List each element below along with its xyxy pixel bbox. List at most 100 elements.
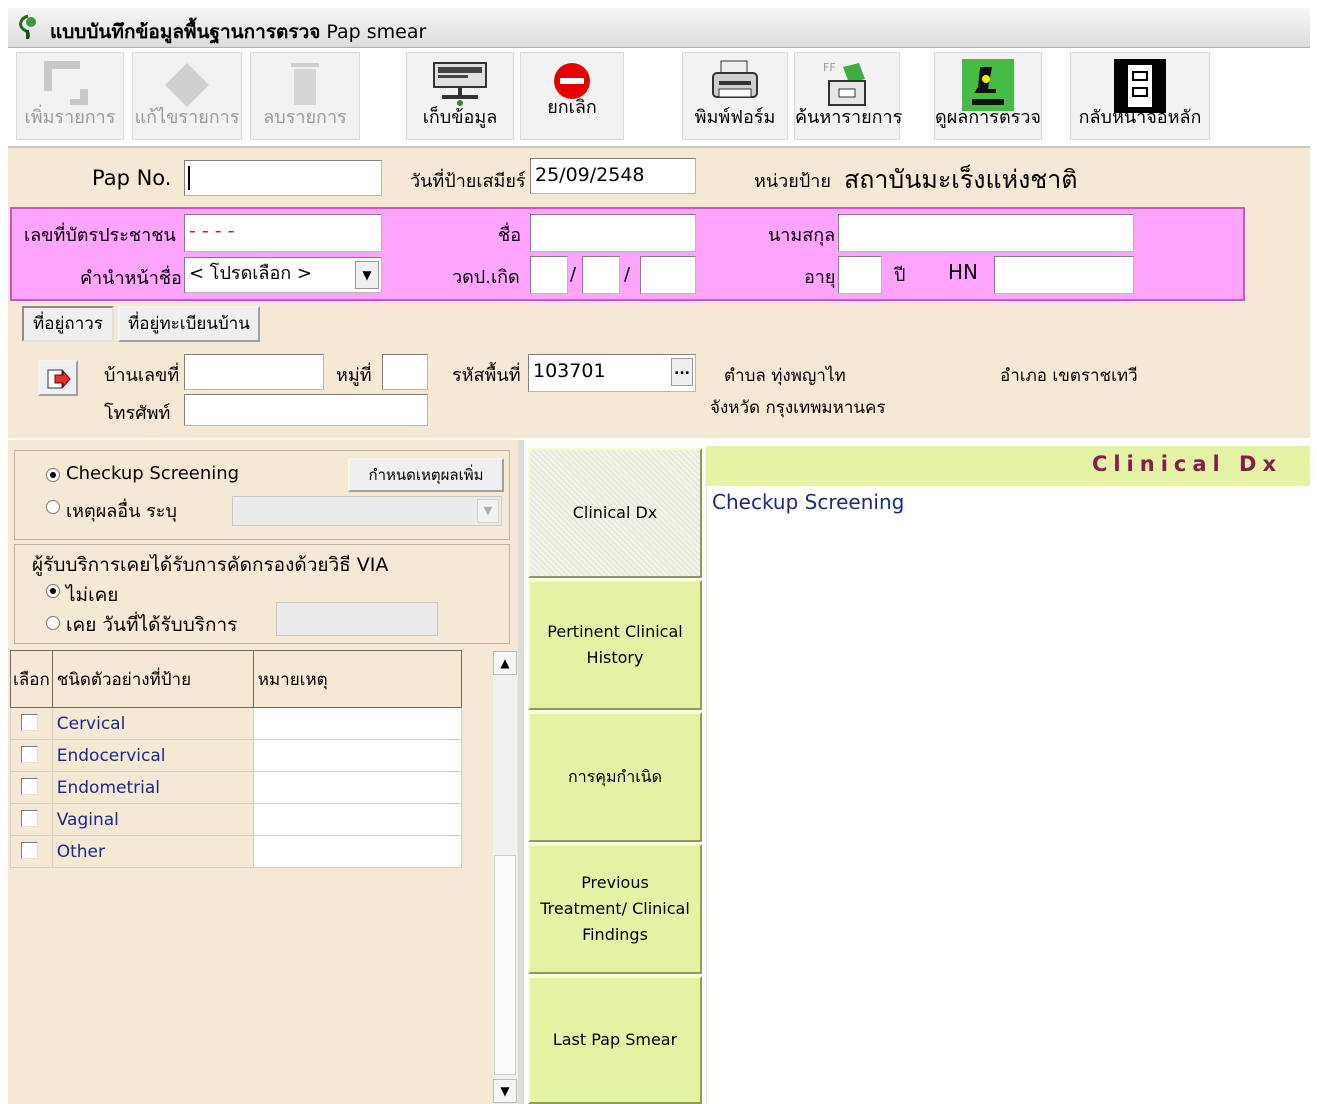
dob-day-input[interactable] — [530, 256, 568, 294]
pap-no-input[interactable] — [184, 160, 382, 196]
computer-icon — [432, 59, 488, 107]
phone-input[interactable] — [184, 394, 428, 426]
prefix-select[interactable]: < โปรดเลือก > ▼ — [184, 257, 382, 293]
via-date-input[interactable] — [276, 602, 438, 636]
app-icon — [16, 14, 40, 40]
unit-value: สถาบันมะเร็งแห่งชาติ — [844, 165, 1078, 194]
other-reason-select[interactable]: ▼ — [232, 496, 502, 526]
district-label: อำเภอ เขตราชเทวี — [1000, 366, 1138, 386]
lastname-input[interactable] — [838, 214, 1134, 252]
chevron-down-icon[interactable]: ▼ — [355, 261, 379, 289]
edit-record-button[interactable]: แก้ไขรายการ — [132, 52, 242, 140]
chevron-down-icon[interactable]: ▼ — [477, 499, 499, 523]
moo-input[interactable] — [382, 354, 428, 390]
house-no-input[interactable] — [184, 354, 324, 390]
panel-header: Clinical Dx — [706, 446, 1310, 486]
tab-last-pap-label: Last Pap Smear — [552, 1030, 678, 1049]
specimen-table: เลือก ชนิดตัวอย่างที่ป้าย หมายเหตุ Cervi… — [10, 650, 463, 868]
delete-record-button[interactable]: ลบรายการ — [250, 52, 360, 140]
remark-cell[interactable] — [252, 739, 463, 772]
other-reason-label: เหตุผลอื่น ระบุ — [66, 501, 177, 522]
table-row[interactable]: Vaginal — [10, 803, 463, 836]
smear-date-input[interactable]: 25/09/2548 — [530, 158, 696, 194]
area-code-value: 103701 — [533, 360, 606, 382]
table-row[interactable]: Other — [10, 835, 463, 868]
title-sub: Pap smear — [320, 21, 427, 43]
row-checkbox[interactable] — [21, 810, 38, 827]
tab-birth-control-label: การคุมกำเนิด — [568, 767, 662, 786]
house-no-label: บ้านเลขที่ — [104, 365, 180, 386]
age-input[interactable] — [838, 256, 882, 294]
hn-input[interactable] — [994, 256, 1134, 294]
row-checkbox[interactable] — [21, 842, 38, 859]
age-unit-label: ปี — [894, 265, 906, 286]
pap-no-label: Pap No. — [92, 166, 172, 190]
cancel-label: ยกเลิก — [547, 97, 597, 118]
save-data-button[interactable]: เก็บข้อมูล — [406, 52, 514, 140]
table-row[interactable]: Endocervical — [10, 739, 463, 772]
tab-last-pap-smear[interactable]: Last Pap Smear — [528, 976, 702, 1104]
panel-header-title: Clinical Dx — [1091, 452, 1282, 476]
add-record-button[interactable]: เพิ่มรายการ — [16, 52, 124, 140]
remark-cell[interactable] — [252, 803, 463, 836]
back-home-label: กลับหน้าจอหลัก — [1078, 107, 1202, 128]
row-checkbox[interactable] — [21, 778, 38, 795]
remark-cell[interactable] — [252, 771, 463, 804]
via-ever-radio[interactable] — [46, 616, 60, 630]
scroll-thumb[interactable] — [494, 855, 516, 1075]
prefix-value: < โปรดเลือก > — [189, 263, 312, 284]
view-results-button[interactable]: ดูผลการตรวจ — [934, 52, 1042, 140]
svg-text:FF: FF — [823, 61, 836, 74]
remark-cell[interactable] — [252, 707, 463, 740]
print-form-button[interactable]: พิมพ์ฟอร์ม — [682, 52, 788, 140]
scroll-up-icon[interactable]: ▲ — [493, 651, 517, 675]
cancel-button[interactable]: ยกเลิก — [520, 52, 624, 140]
define-reason-label: กำหนดเหตุผลเพิ่ม — [368, 466, 484, 484]
row-checkbox[interactable] — [21, 714, 38, 731]
table-row[interactable]: Endometrial — [10, 771, 463, 804]
column-header-remark: หมายเหตุ — [252, 650, 463, 708]
province-label: จังหวัด กรุงเทพมหานคร — [710, 398, 886, 418]
clinical-dx-textarea[interactable] — [706, 486, 1310, 1104]
via-never-radio[interactable] — [46, 584, 60, 598]
arrow-right-icon — [45, 369, 71, 397]
area-code-input[interactable]: 103701 ... — [528, 354, 696, 392]
scroll-down-icon[interactable]: ▼ — [493, 1079, 517, 1103]
checkup-radio[interactable] — [46, 468, 60, 482]
dob-year-input[interactable] — [640, 256, 696, 294]
tab-birth-control[interactable]: การคุมกำเนิด — [528, 712, 702, 842]
firstname-label: ชื่อ — [498, 225, 522, 246]
remark-cell[interactable] — [252, 835, 463, 868]
tab-registered-label: ที่อยู่ทะเบียนบ้าน — [128, 314, 250, 334]
dob-separator: / — [570, 264, 577, 285]
delete-record-label: ลบรายการ — [263, 107, 347, 128]
toolbar: เพิ่มรายการ แก้ไขรายการ ลบรายการ เก็บข้อ… — [8, 48, 1310, 146]
tab-previous-treatment[interactable]: Previous Treatment/ Clinical Findings — [528, 844, 702, 974]
splitter[interactable] — [518, 440, 524, 1104]
table-scrollbar[interactable]: ▲ ▼ — [493, 651, 517, 1103]
printer-icon — [709, 59, 761, 107]
area-code-label: รหัสพื้นที่ — [452, 365, 521, 386]
column-header-select: เลือก — [10, 650, 53, 708]
search-records-button[interactable]: FF ค้นหารายการ — [794, 52, 902, 140]
tab-previous-label-1: Previous — [581, 873, 649, 892]
define-reason-button[interactable]: กำหนดเหตุผลเพิ่ม — [348, 458, 504, 492]
browse-area-button[interactable]: ... — [671, 358, 693, 386]
dob-month-input[interactable] — [582, 256, 620, 294]
tab-pertinent-history[interactable]: Pertinent Clinical History — [528, 580, 702, 710]
row-checkbox[interactable] — [21, 746, 38, 763]
tab-clinical-dx[interactable]: Clinical Dx — [528, 448, 702, 578]
tab-permanent-address[interactable]: ที่อยู่ถาวร — [22, 306, 114, 342]
table-row[interactable]: Cervical — [10, 707, 463, 740]
back-home-button[interactable]: กลับหน้าจอหลัก — [1070, 52, 1210, 140]
hn-label: HN — [948, 260, 978, 284]
copy-address-button[interactable] — [38, 360, 78, 396]
tab-pertinent-label-2: History — [586, 648, 644, 667]
title-main: แบบบันทึกข้อมูลพื้นฐานการตรวจ — [50, 21, 321, 43]
firstname-input[interactable] — [530, 214, 696, 252]
add-record-label: เพิ่มรายการ — [24, 107, 116, 128]
dob-label: วดป.เกิด — [452, 267, 520, 288]
id-card-input[interactable]: - - - - — [184, 214, 382, 252]
other-reason-radio[interactable] — [46, 500, 60, 514]
tab-registered-address[interactable]: ที่อยู่ทะเบียนบ้าน — [118, 306, 260, 342]
